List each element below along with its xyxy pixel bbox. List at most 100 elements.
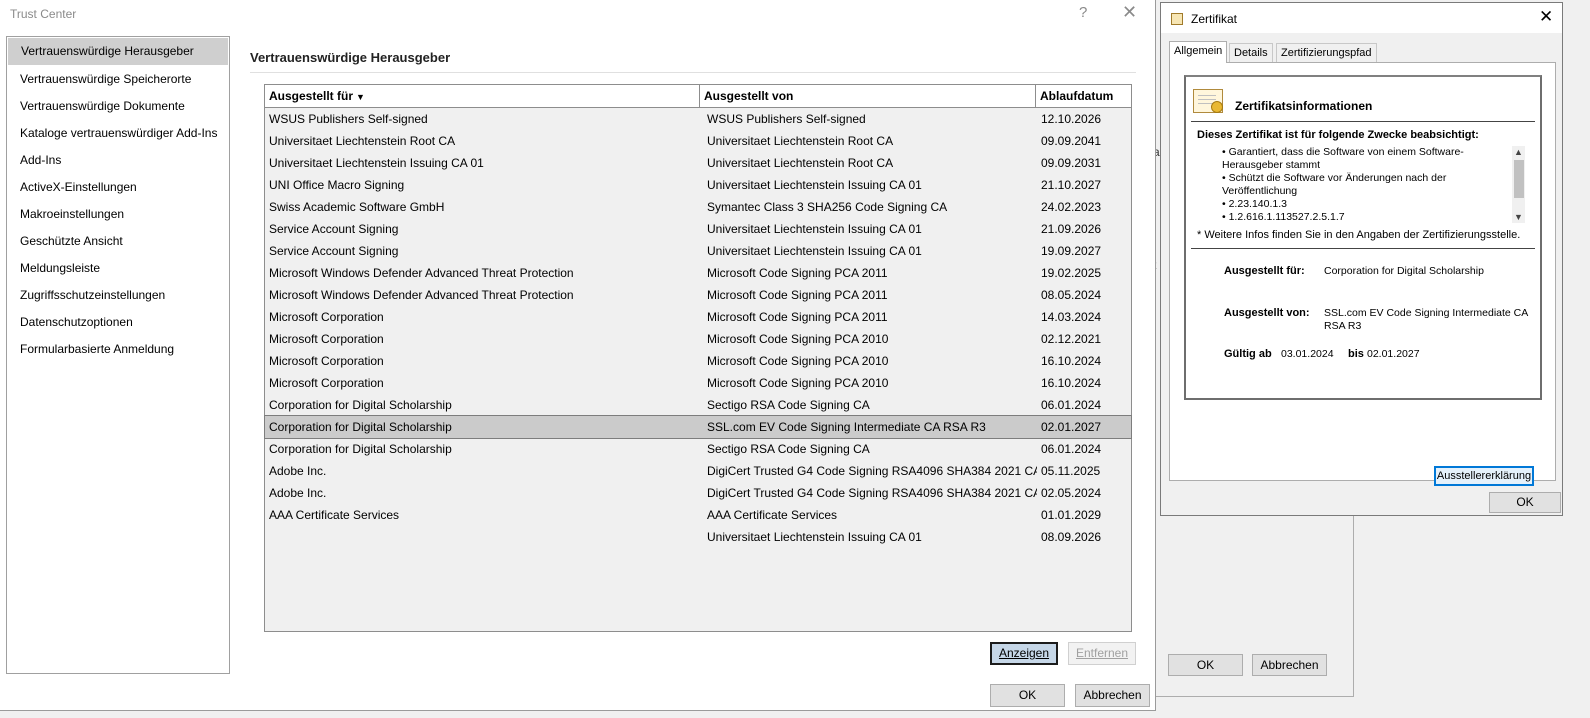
nav-item[interactable]: Kataloge vertrauenswürdiger Add-Ins [7,120,229,147]
section-divider [250,72,1136,73]
nav-item[interactable]: Formularbasierte Anmeldung [7,336,229,363]
table-row[interactable]: Corporation for Digital Scholarship SSL.c… [264,415,1132,439]
trust-center-window: Trust Center ? ✕ Vertrauenswürdige Herau… [0,0,1156,711]
column-header-issued-by[interactable]: Ausgestellt von [700,85,1036,107]
list-item: • Schützt die Software vor Änderungen na… [1222,172,1447,197]
ok-button[interactable]: OK [990,684,1065,707]
window-title: Trust Center [10,7,77,21]
column-header-expiry[interactable]: Ablaufdatum [1036,85,1131,107]
cell-issued-to: Swiss Academic Software GmbH [269,200,445,214]
cell-issued-by: AAA Certificate Services [707,508,838,522]
cell-issued-by: Microsoft Code Signing PCA 2011 [707,288,888,302]
background-ok-button[interactable]: OK [1168,654,1243,676]
cell-expiry: 08.09.2026 [1041,530,1102,544]
sort-descending-icon: ▼ [356,92,365,102]
table-row[interactable]: Corporation for Digital Scholarship Secti… [265,394,1131,416]
tab-details[interactable]: Details [1229,43,1273,62]
table-row[interactable]: WSUS Publishers Self-signed WSUS Publishe… [265,108,1131,130]
nav-item[interactable]: Vertrauenswürdige Dokumente [7,93,229,120]
table-row[interactable]: Adobe Inc. DigiCert Trusted G4 Code Signi… [265,482,1131,504]
cell-expiry: 02.01.2027 [1041,420,1102,434]
cell-expiry: 24.02.2023 [1041,200,1102,214]
cell-expiry: 09.09.2041 [1041,134,1102,148]
cell-issued-to: Universitaet Liechtenstein Root CA [269,134,456,148]
issuer-statement-button[interactable]: Ausstellererklärung [1434,466,1534,486]
cell-expiry: 02.12.2021 [1041,332,1102,346]
cancel-button[interactable]: Abbrechen [1075,684,1150,707]
view-button[interactable]: Anzeigen [990,642,1058,665]
valid-from-value: 03.01.2024 [1281,348,1334,360]
divider [1191,121,1535,122]
certificate-icon [1193,89,1223,113]
scroll-up-icon[interactable]: ▲ [1512,146,1525,158]
close-icon[interactable]: ✕ [1122,2,1137,23]
table-row[interactable]: Universitaet Liechtenstein Root CA Univer… [265,130,1131,152]
cell-issued-by: Sectigo RSA Code Signing CA [707,442,870,456]
certificate-ok-button[interactable]: OK [1489,492,1561,513]
nav-item[interactable]: Meldungsleiste [7,255,229,282]
cell-issued-by: Universitaet Liechtenstein Root CA [707,134,894,148]
certificate-icon [1171,13,1183,25]
table-row[interactable]: Universitaet Liechtenstein Issuing CA 01… [265,152,1131,174]
cell-issued-by: Universitaet Liechtenstein Issuing CA 01 [707,222,922,236]
table-row[interactable]: Microsoft Corporation Microsoft Code Sign… [265,350,1131,372]
cell-expiry: 16.10.2024 [1041,376,1102,390]
tab-general[interactable]: Allgemein [1169,41,1228,63]
table-row[interactable]: Microsoft Windows Defender Advanced Thre… [265,284,1131,306]
valid-to-label: bis [1348,348,1364,360]
table-row[interactable]: Service Account Signing Universitaet Liec… [265,240,1131,262]
nav-item[interactable]: ActiveX-Einstellungen [7,174,229,201]
table-row[interactable]: Microsoft Corporation Microsoft Code Sign… [265,306,1131,328]
cell-issued-to: Service Account Signing [269,244,399,258]
cell-issued-by: Microsoft Code Signing PCA 2010 [707,332,889,346]
more-info-text: * Weitere Infos finden Sie in den Angabe… [1197,229,1521,241]
cell-expiry: 08.05.2024 [1041,288,1102,302]
column-header-issued-to[interactable]: Ausgestellt für ▼ [265,85,700,107]
table-row[interactable]: Microsoft Corporation Microsoft Code Sign… [265,372,1131,394]
nav-item[interactable]: Add-Ins [7,147,229,174]
nav-item[interactable]: Zugriffsschutzeinstellungen [7,282,229,309]
table-row[interactable]: Microsoft Corporation Microsoft Code Sign… [265,328,1131,350]
remove-button[interactable]: Entfernen [1068,642,1136,665]
divider [1191,248,1535,249]
cell-issued-by: SSL.com EV Code Signing Intermediate CA … [707,420,986,434]
table-row[interactable]: UNI Office Macro Signing Universitaet Lie… [265,174,1131,196]
cell-expiry: 02.05.2024 [1041,486,1102,500]
table-row[interactable]: Adobe Inc. DigiCert Trusted G4 Code Signi… [265,460,1131,482]
cell-issued-to: Adobe Inc. [269,486,327,500]
table-row[interactable]: Swiss Academic Software GmbH Symantec Cla… [265,196,1131,218]
table-row[interactable]: Microsoft Windows Defender Advanced Thre… [265,262,1131,284]
cell-issued-by: Microsoft Code Signing PCA 2010 [707,354,889,368]
scroll-down-icon[interactable]: ▼ [1512,211,1525,223]
tab-certification-path[interactable]: Zertifizierungspfad [1276,43,1377,62]
cell-expiry: 14.03.2024 [1041,310,1102,324]
cell-issued-by: Universitaet Liechtenstein Issuing CA 01 [707,178,922,192]
certificate-info-box: Zertifikatsinformationen Dieses Zertifik… [1184,75,1542,400]
table-row[interactable]: AAA Certificate Services AAA Certificate … [265,504,1131,526]
scroll-thumb[interactable] [1514,160,1524,198]
close-icon[interactable]: ✕ [1539,7,1553,27]
help-icon[interactable]: ? [1079,4,1087,21]
cell-issued-to: Service Account Signing [269,222,399,236]
purpose-scrollbar[interactable]: ▲ ▼ [1512,146,1525,223]
nav-item[interactable]: Datenschutzoptionen [7,309,229,336]
nav-item[interactable]: Vertrauenswürdige Herausgeber [8,38,228,65]
cell-issued-to: Microsoft Windows Defender Advanced Thre… [269,288,574,302]
nav-item[interactable]: Makroeinstellungen [7,201,229,228]
nav-item[interactable]: Vertrauenswürdige Speicherorte [7,66,229,93]
cell-expiry: 19.09.2027 [1041,244,1102,258]
table-row[interactable]: Service Account Signing Universitaet Liec… [265,218,1131,240]
issued-to-label: Ausgestellt für: [1224,265,1305,277]
cell-issued-to: Universitaet Liechtenstein Issuing CA 01 [269,156,484,170]
table-row[interactable]: Corporation for Digital Scholarship Secti… [265,438,1131,460]
cell-expiry: 06.01.2024 [1041,442,1102,456]
cell-issued-to: Microsoft Corporation [269,332,384,346]
table-row[interactable]: Universitaet Liechtenstein Issuing CA 01… [265,526,1131,548]
cell-issued-to: Microsoft Windows Defender Advanced Thre… [269,266,574,280]
cell-expiry: 09.09.2031 [1041,156,1102,170]
background-cancel-button[interactable]: Abbrechen [1252,654,1327,676]
cell-issued-by: Universitaet Liechtenstein Root CA [707,156,894,170]
issued-by-value: SSL.com EV Code Signing Intermediate CA … [1324,307,1528,332]
nav-item[interactable]: Geschützte Ansicht [7,228,229,255]
publisher-list[interactable]: Ausgestellt für ▼ Ausgestellt von Ablaufd… [264,84,1132,632]
